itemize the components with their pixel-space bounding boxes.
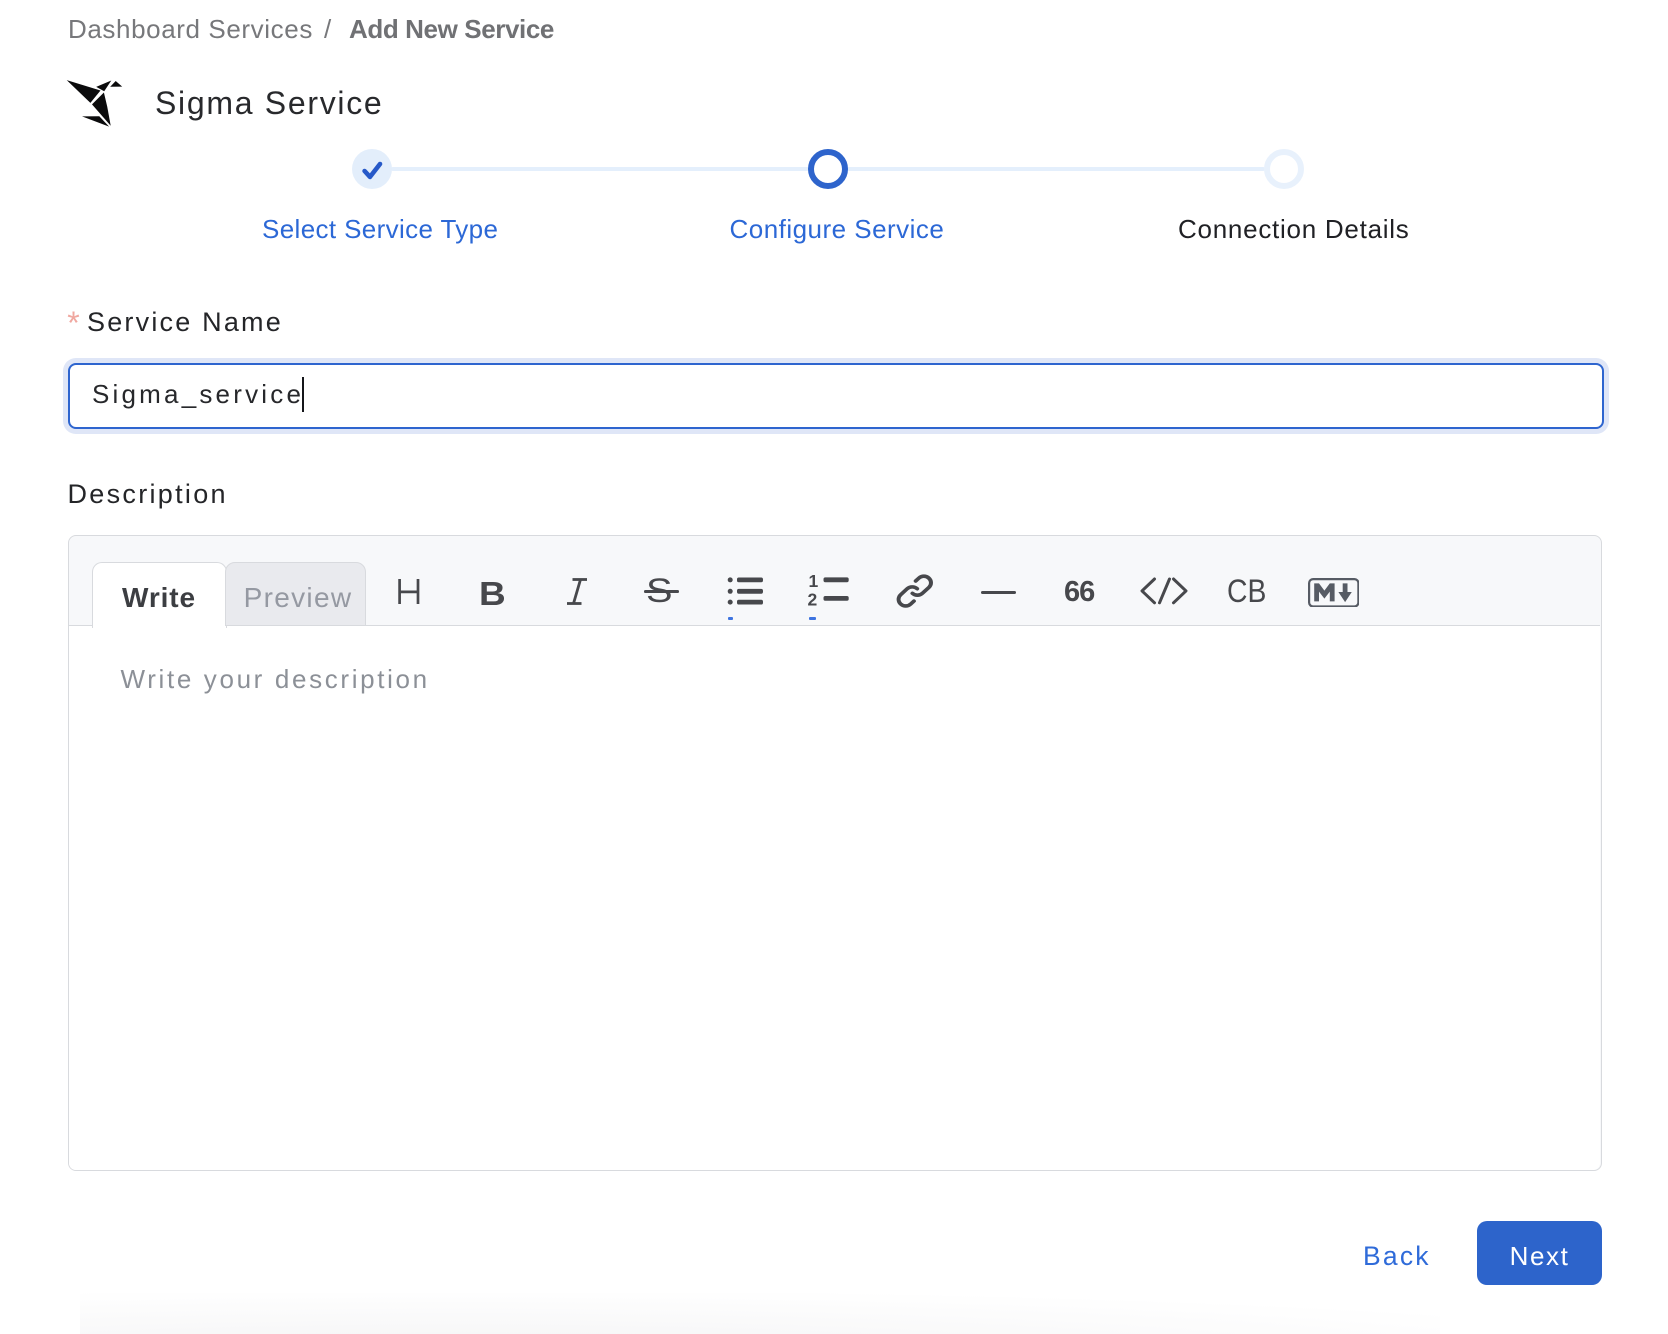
svg-text:2: 2 xyxy=(808,590,818,609)
svg-text:1: 1 xyxy=(809,572,819,591)
